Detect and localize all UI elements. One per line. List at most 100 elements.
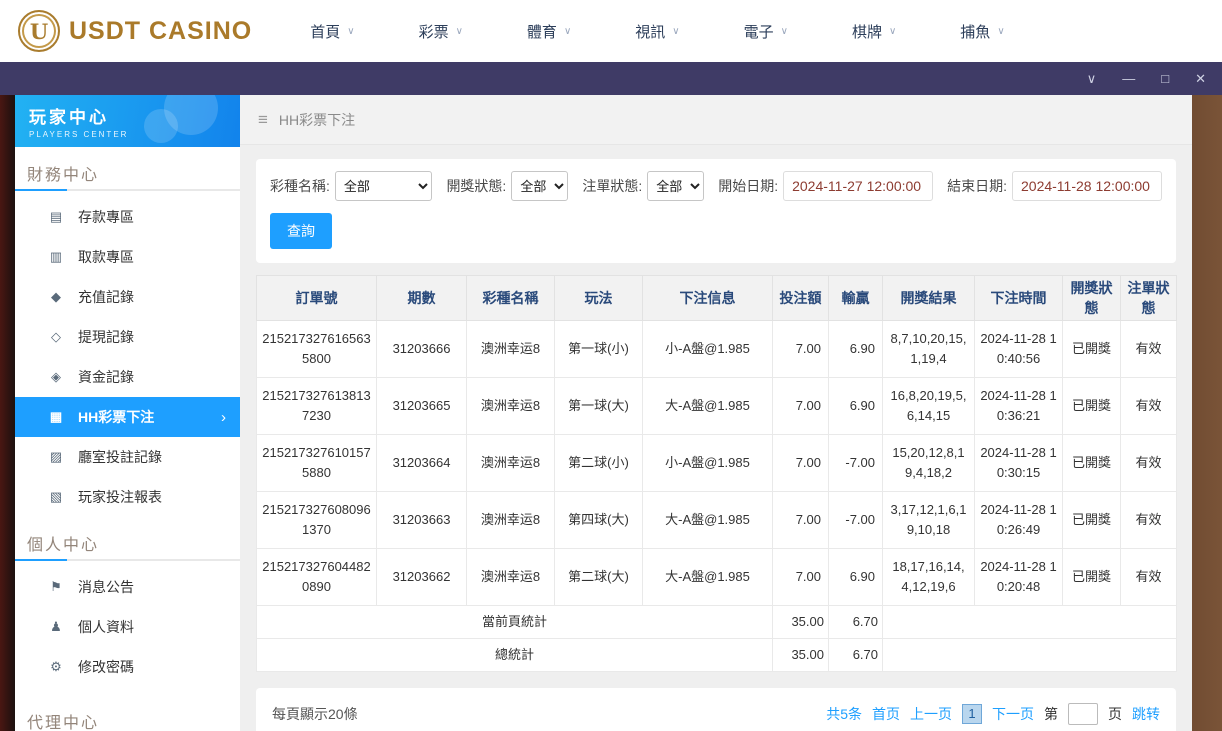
collapse-icon[interactable]: ∨ <box>1087 72 1097 85</box>
draw-result: 15,20,12,8,19,4,18,2 <box>882 434 975 492</box>
close-icon[interactable]: ✕ <box>1195 72 1206 85</box>
table-row: 2152173276080961370 31203663 澳洲幸运8 第四球(大… <box>256 491 1177 549</box>
order-status-select[interactable]: 全部 <box>647 171 705 201</box>
sidebar-item-deposit[interactable]: ▤ 存款專區 <box>15 197 240 237</box>
lottery-bet-icon: ▦ <box>49 409 63 424</box>
grand-winloss-total: 6.70 <box>828 638 883 673</box>
bet-time: 2024-11-28 10:26:49 <box>974 491 1063 549</box>
end-date-input[interactable] <box>1012 171 1162 201</box>
table-row: 2152173276138137230 31203665 澳洲幸运8 第一球(大… <box>256 377 1177 435</box>
bet-amount: 7.00 <box>772 434 829 492</box>
bell-icon: ⚑ <box>50 579 62 594</box>
sidebar-item-room-bet-record[interactable]: ▨ 廳室投註記錄 <box>15 437 240 477</box>
bet-amount: 7.00 <box>772 548 829 606</box>
person-icon: ♟ <box>50 619 62 634</box>
sidebar-item-withdraw[interactable]: ▥ 取款專區 <box>15 237 240 277</box>
page-size-text: 每頁顯示20條 <box>272 706 358 723</box>
col-order-status: 注單狀態 <box>1120 275 1177 321</box>
chevron-right-icon: › <box>221 408 226 426</box>
logo-icon: U <box>18 10 60 52</box>
sidebar-item-profile[interactable]: ♟ 個人資料 <box>15 607 240 647</box>
chevron-down-icon: ∨ <box>888 25 897 37</box>
top-header: U USDT CASINO 首頁 ∨ 彩票 ∨ 體育 ∨ 視訊 ∨ 電子 ∨ 棋… <box>0 0 1222 62</box>
bet-info: 大-A盤@1.985 <box>642 491 773 549</box>
draw-result: 3,17,12,1,6,19,10,18 <box>882 491 975 549</box>
window-body: 玩家中心 PLAYERS CENTER 財務中心 ▤ 存款專區 ▥ 取款專區 ◆… <box>0 95 1222 731</box>
jump-page-input[interactable] <box>1068 703 1098 726</box>
nav-item-fishing[interactable]: 捕魚 ∨ <box>960 21 1004 42</box>
draw-status: 已開獎 <box>1062 377 1121 435</box>
order-status: 有效 <box>1120 548 1177 606</box>
lottery-name: 澳洲幸运8 <box>466 320 555 378</box>
draw-status: 已開獎 <box>1062 320 1121 378</box>
bet-info: 小-A盤@1.985 <box>642 434 773 492</box>
sidebar-item-withdrawal-record[interactable]: ◇ 提現記錄 <box>15 317 240 357</box>
nav-item-video[interactable]: 視訊 ∨ <box>635 21 679 42</box>
lottery-name: 澳洲幸运8 <box>466 377 555 435</box>
bet-amount: 7.00 <box>772 377 829 435</box>
play-type: 第一球(小) <box>554 320 643 378</box>
sidebar-item-funds-record[interactable]: ◈ 資金記錄 <box>15 357 240 397</box>
sidebar-item-announcements[interactable]: ⚑ 消息公告 <box>15 567 240 607</box>
draw-status: 已開獎 <box>1062 548 1121 606</box>
search-button[interactable]: 查詢 <box>270 213 332 249</box>
gear-icon: ⚙ <box>50 659 62 674</box>
col-bet-info: 下注信息 <box>642 275 773 321</box>
col-lottery-name: 彩種名稱 <box>466 275 555 321</box>
issue: 31203664 <box>376 434 467 492</box>
logo[interactable]: U USDT CASINO <box>18 10 252 52</box>
start-date-input[interactable] <box>783 171 934 201</box>
play-type: 第一球(大) <box>554 377 643 435</box>
maximize-icon[interactable]: □ <box>1161 72 1169 85</box>
sidebar-item-recharge-record[interactable]: ◆ 充值記錄 <box>15 277 240 317</box>
withdraw-icon: ▥ <box>49 249 63 264</box>
play-type: 第二球(大) <box>554 548 643 606</box>
play-type: 第二球(小) <box>554 434 643 492</box>
hamburger-menu-icon[interactable]: ≡ <box>258 110 268 130</box>
winloss: 6.90 <box>828 320 883 378</box>
issue: 31203662 <box>376 548 467 606</box>
summary-empty-cell <box>882 604 1177 640</box>
sidebar-item-hh-lottery-bets[interactable]: ▦ HH彩票下注 › <box>15 397 240 437</box>
grand-bet-total: 35.00 <box>772 638 829 673</box>
order-status: 有效 <box>1120 491 1177 549</box>
jump-button[interactable]: 跳转 <box>1132 704 1160 724</box>
draw-status-select[interactable]: 全部 <box>511 171 569 201</box>
bet-amount: 7.00 <box>772 320 829 378</box>
nav-item-cards[interactable]: 棋牌 ∨ <box>852 21 896 42</box>
sidebar-title: 玩家中心 <box>29 108 109 127</box>
sidebar-item-change-password[interactable]: ⚙ 修改密碼 <box>15 647 240 687</box>
bet-time: 2024-11-28 10:20:48 <box>974 548 1063 606</box>
minimize-icon[interactable]: — <box>1122 72 1135 85</box>
winloss: 6.90 <box>828 377 883 435</box>
play-type: 第四球(大) <box>554 491 643 549</box>
sidebar-item-player-bet-report[interactable]: ▧ 玩家投注報表 <box>15 477 240 517</box>
order-status: 有效 <box>1120 377 1177 435</box>
jump-suffix: 页 <box>1108 706 1122 723</box>
lottery-name-label: 彩種名稱: <box>270 178 330 194</box>
nav-item-lottery[interactable]: 彩票 ∨ <box>419 21 463 42</box>
section-title-agent: 代理中心 <box>27 715 100 731</box>
nav-item-home[interactable]: 首頁 ∨ <box>310 21 354 42</box>
current-page-badge[interactable]: 1 <box>962 704 982 725</box>
page-summary-row: 當前頁統計 35.00 6.70 <box>256 604 1177 640</box>
chevron-down-icon: ∨ <box>672 25 680 37</box>
lottery-name-select[interactable]: 全部 <box>334 171 433 201</box>
lottery-name: 澳洲幸运8 <box>466 434 555 492</box>
prev-page-link[interactable]: 上一页 <box>910 704 952 724</box>
first-page-link[interactable]: 首页 <box>872 704 900 724</box>
sidebar-header: 玩家中心 PLAYERS CENTER <box>15 95 240 147</box>
funds-record-icon: ◈ <box>51 369 61 384</box>
nav-item-sports[interactable]: 體育 ∨ <box>527 21 571 42</box>
draw-result: 18,17,16,14,4,12,19,6 <box>882 548 975 606</box>
next-page-link[interactable]: 下一页 <box>992 704 1034 724</box>
nav-item-slots[interactable]: 電子 ∨ <box>744 21 788 42</box>
table-row: 2152173276044820890 31203662 澳洲幸运8 第二球(大… <box>256 548 1177 606</box>
section-title-finance: 財務中心 <box>27 167 100 184</box>
sidebar-item-label: 個人資料 <box>78 619 134 635</box>
chevron-down-icon: ∨ <box>347 25 355 37</box>
winloss: -7.00 <box>828 491 883 549</box>
bet-info: 大-A盤@1.985 <box>642 548 773 606</box>
room-bet-record-icon: ▨ <box>49 449 63 464</box>
pagination-bar: 每頁顯示20條 共5条 首页 上一页 1 下一页 第 页 跳转 <box>256 688 1176 731</box>
